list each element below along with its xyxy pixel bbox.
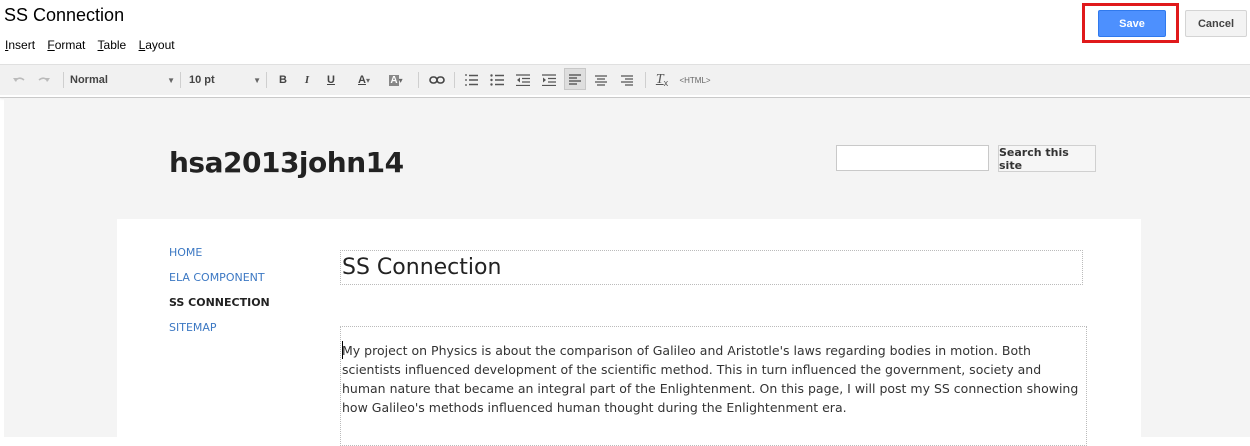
menu-format[interactable]: Format [47, 38, 85, 52]
chevron-down-icon: ▼ [167, 75, 175, 85]
text-color-icon: A [358, 74, 366, 86]
editor-header: SS Connection Insert Format Table Layout… [0, 0, 1250, 98]
highlight-color-button[interactable]: A ▾ [382, 65, 410, 95]
site-search-input[interactable] [836, 145, 989, 171]
toolbar-divider [266, 72, 267, 88]
align-center-icon[interactable] [590, 65, 612, 95]
toolbar-divider [645, 72, 646, 88]
body-line: how Galileo's methods influenced human t… [342, 400, 847, 415]
page-name-title[interactable]: SS Connection [4, 5, 124, 26]
text-color-button[interactable]: A ▾ [350, 65, 378, 95]
numbered-list-icon[interactable] [460, 65, 482, 95]
save-button[interactable]: Save [1098, 10, 1166, 37]
text-cursor [342, 341, 343, 359]
sidebar-item-ela-component[interactable]: ELA COMPONENT [169, 270, 270, 295]
chevron-down-icon: ▼ [253, 75, 261, 85]
menu-table[interactable]: Table [98, 38, 127, 52]
body-line: human nature that became an integral par… [342, 381, 1079, 396]
font-size-select[interactable]: 10 pt ▼ [189, 65, 261, 95]
cancel-button[interactable]: Cancel [1185, 10, 1247, 37]
page-heading[interactable]: SS Connection [342, 255, 501, 280]
toolbar-divider [180, 72, 181, 88]
formatting-toolbar: Normal ▼ 10 pt ▼ B I U A ▾ A ▾ T x <HTML… [0, 64, 1250, 95]
chevron-down-icon: ▾ [398, 75, 403, 85]
underline-button[interactable]: U [322, 65, 340, 95]
align-left-icon[interactable] [564, 68, 586, 90]
paragraph-style-select[interactable]: Normal ▼ [70, 65, 175, 95]
outdent-icon[interactable] [512, 65, 534, 95]
body-line: scientists influenced development of the… [342, 362, 1042, 377]
site-title: hsa2013john14 [169, 146, 404, 179]
sidebar-nav: HOME ELA COMPONENT SS CONNECTION SITEMAP [169, 245, 270, 345]
italic-button[interactable]: I [298, 65, 316, 95]
menu-layout[interactable]: Layout [139, 38, 175, 52]
sidebar-item-home[interactable]: HOME [169, 245, 270, 270]
clear-formatting-icon[interactable]: Tx [651, 65, 673, 95]
sidebar-item-ss-connection[interactable]: SS CONNECTION [169, 295, 270, 320]
menu-insert[interactable]: Insert [5, 38, 35, 52]
font-size-value: 10 pt [189, 74, 215, 86]
toolbar-divider [418, 72, 419, 88]
chevron-down-icon: ▾ [365, 75, 370, 85]
link-icon[interactable] [426, 65, 448, 95]
body-line: My project on Physics is about the compa… [342, 343, 1031, 358]
bulleted-list-icon[interactable] [486, 65, 508, 95]
toolbar-divider [63, 72, 64, 88]
redo-icon[interactable] [34, 65, 54, 95]
align-right-icon[interactable] [616, 65, 638, 95]
highlight-icon: A [389, 74, 399, 86]
toolbar-divider [454, 72, 455, 88]
sidebar-item-sitemap[interactable]: SITEMAP [169, 320, 270, 345]
page-body-text[interactable]: My project on Physics is about the compa… [342, 341, 1084, 417]
menu-bar: Insert Format Table Layout [5, 38, 184, 52]
paragraph-style-value: Normal [70, 74, 108, 86]
indent-icon[interactable] [538, 65, 560, 95]
bold-button[interactable]: B [274, 65, 292, 95]
html-source-button[interactable]: <HTML> [678, 65, 712, 95]
search-site-button[interactable]: Search this site [998, 145, 1096, 172]
undo-icon[interactable] [9, 65, 29, 95]
